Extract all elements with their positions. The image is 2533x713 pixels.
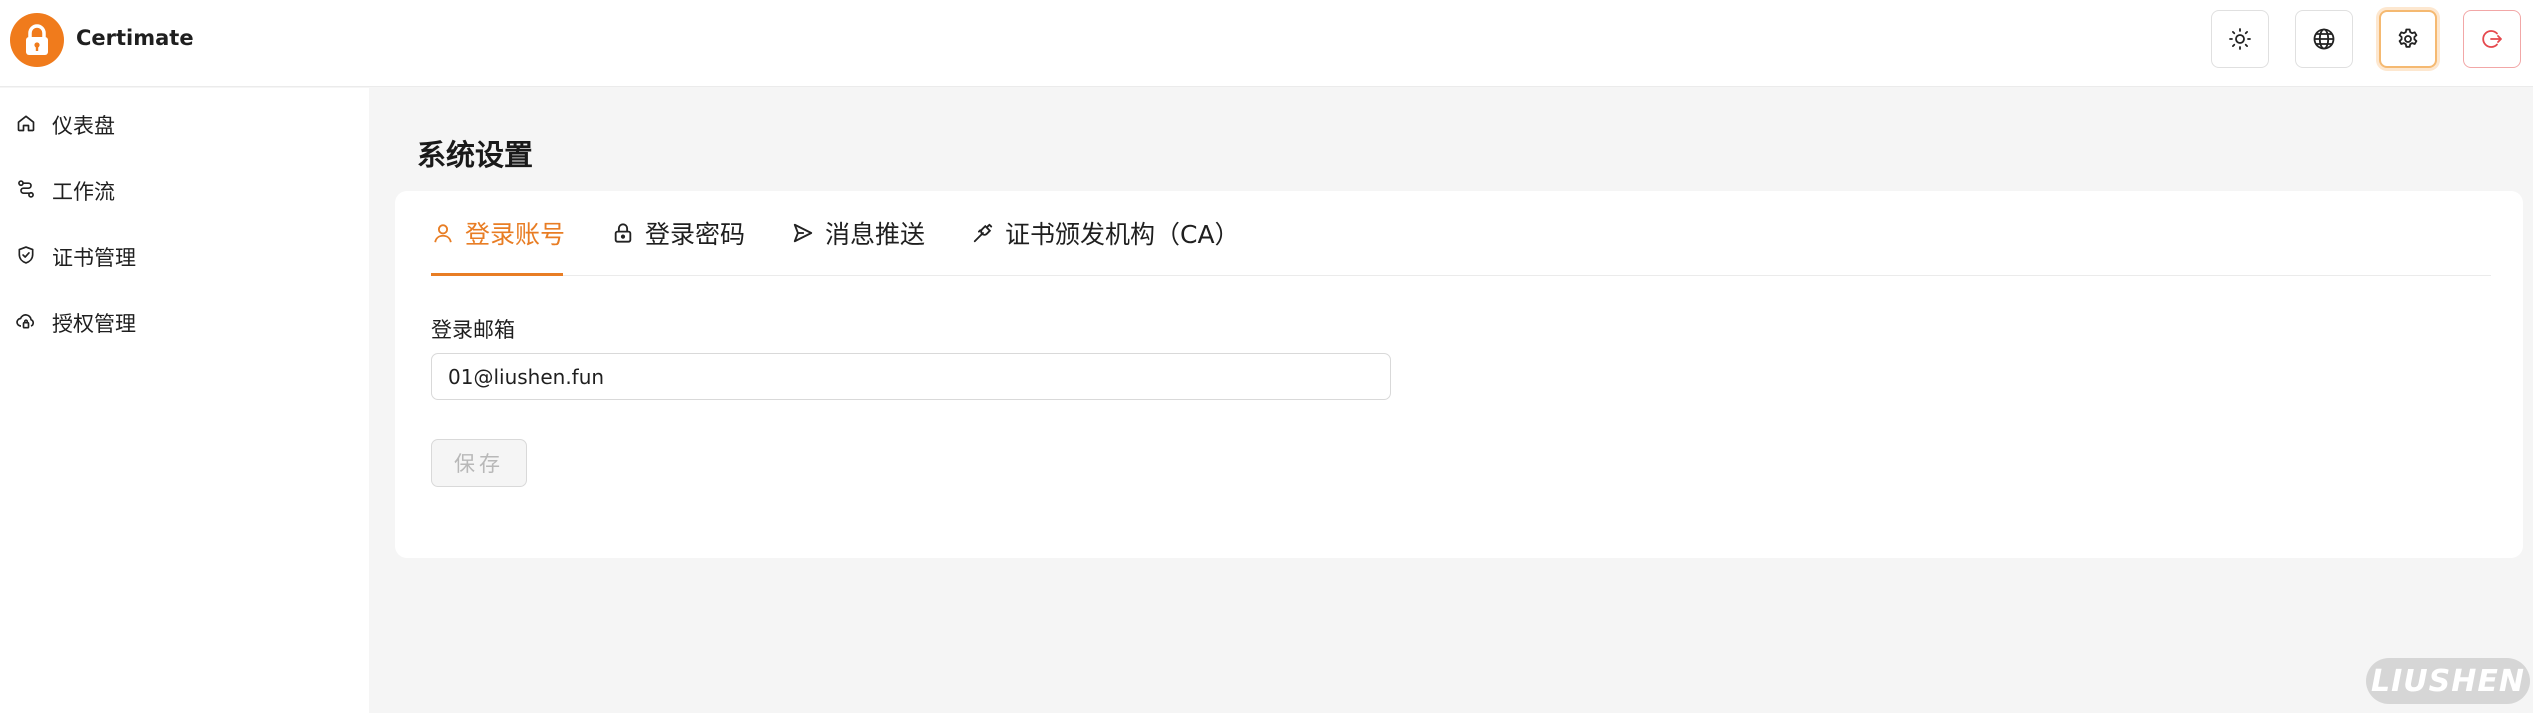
tab-label: 消息推送 — [825, 220, 926, 249]
home-icon — [15, 112, 37, 134]
tab-password[interactable]: 登录密码 — [611, 213, 745, 253]
app-name: Certimate — [76, 26, 194, 50]
settings-card: 登录账号 登录密码 消息推送 证书颁发机构（CA） 登录邮箱 保存 — [395, 191, 2523, 558]
sun-icon — [2229, 28, 2251, 50]
cloud-lock-icon — [15, 310, 37, 332]
watermark: LIUSHEN — [2366, 658, 2530, 704]
sidebar-item-certificates[interactable]: 证书管理 — [0, 232, 369, 278]
settings-button[interactable] — [2379, 10, 2437, 68]
plug-icon — [971, 221, 995, 245]
user-icon — [431, 221, 455, 245]
email-field[interactable] — [431, 353, 1391, 400]
sidebar-item-workflow[interactable]: 工作流 — [0, 166, 369, 212]
tab-label: 登录密码 — [645, 220, 746, 249]
sidebar-item-label: 仪表盘 — [52, 114, 115, 138]
top-header: Certimate — [0, 0, 2533, 87]
theme-toggle-button[interactable] — [2211, 10, 2269, 68]
language-button[interactable] — [2295, 10, 2353, 68]
settings-tabs: 登录账号 登录密码 消息推送 证书颁发机构（CA） — [431, 191, 2491, 276]
sidebar-item-label: 授权管理 — [52, 312, 136, 336]
send-icon — [791, 221, 815, 245]
logout-button[interactable] — [2463, 10, 2521, 68]
tab-ca[interactable]: 证书颁发机构（CA） — [971, 213, 1240, 253]
tab-notifications[interactable]: 消息推送 — [791, 213, 925, 253]
sidebar-item-label: 证书管理 — [52, 246, 136, 270]
logout-icon — [2482, 30, 2502, 48]
sidebar-item-access[interactable]: 授权管理 — [0, 298, 369, 344]
tab-account[interactable]: 登录账号 — [431, 213, 565, 253]
certimate-logo-icon[interactable] — [10, 13, 64, 67]
lock-icon — [611, 221, 635, 245]
gear-icon — [2398, 28, 2418, 48]
tab-label: 证书颁发机构（CA） — [1005, 220, 1240, 249]
tab-label: 登录账号 — [465, 220, 566, 249]
sidebar-item-dashboard[interactable]: 仪表盘 — [0, 100, 369, 146]
page-title: 系统设置 — [417, 138, 534, 172]
active-tab-indicator — [431, 273, 563, 276]
sidebar: 仪表盘 工作流 证书管理 授权管理 — [0, 88, 369, 713]
sidebar-item-label: 工作流 — [52, 180, 115, 204]
workflow-icon — [15, 178, 37, 200]
save-button[interactable]: 保存 — [431, 439, 527, 487]
email-label: 登录邮箱 — [431, 318, 515, 342]
shield-check-icon — [15, 244, 37, 266]
globe-icon — [2313, 28, 2335, 50]
